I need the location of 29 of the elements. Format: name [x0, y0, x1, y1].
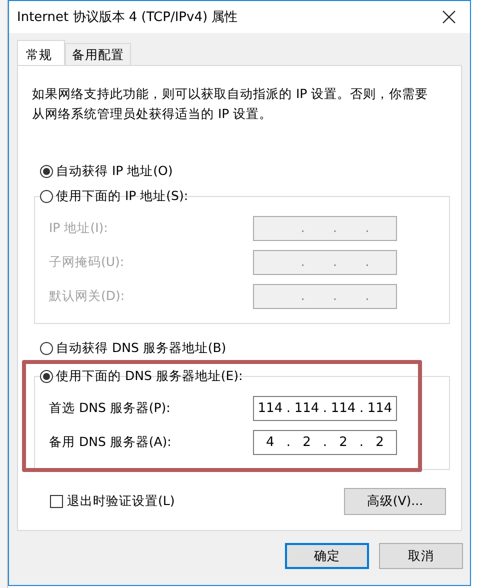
radio-button[interactable] [40, 164, 53, 178]
field-label: 默认网关(D): [49, 288, 126, 304]
field-label: 子网掩码(U): [49, 254, 126, 270]
window-title: Internet 协议版本 4 (TCP/IPv4) 属性 [17, 9, 238, 26]
ip-address-field[interactable]: 114 . 114 . 114 . 114 [253, 396, 397, 420]
ip-address-field[interactable]: 4 . 2 . 2 . 2 [253, 430, 397, 454]
field-label: 首选 DNS 服务器(P): [49, 400, 172, 416]
tab[interactable]: 备用配置 [65, 43, 131, 65]
radio-option[interactable]: 使用下面的 DNS 服务器地址(E): [40, 366, 447, 386]
dialog-button[interactable]: 确定 [285, 543, 369, 569]
radio-option[interactable]: 使用下面的 IP 地址(S): [40, 186, 447, 206]
field-label: IP 地址(I): [49, 220, 109, 236]
radio-option[interactable]: 自动获得 IP 地址(O) [40, 161, 447, 181]
advanced-button[interactable]: 高级(V)... [344, 488, 446, 515]
description-text: 如果网络支持此功能，则可以获取自动指派的 IP 设置。否则，你需要从网络系统管理员处获得适当的 IP 设置。 [32, 85, 430, 123]
field-label: 备用 DNS 服务器(A): [49, 434, 172, 450]
radio-button[interactable] [40, 190, 53, 202]
radio-label[interactable]: 使用下面的 IP 地址(S): [56, 188, 188, 204]
radio-label[interactable]: 自动获得 IP 地址(O) [56, 162, 173, 180]
radio-button[interactable] [40, 342, 53, 354]
checkbox-label[interactable]: 退出时验证设置(L) [67, 493, 175, 510]
radio-option[interactable]: 自动获得 DNS 服务器地址(B) [40, 338, 447, 358]
radio-label[interactable]: 使用下面的 DNS 服务器地址(E): [56, 368, 243, 384]
checkbox[interactable] [50, 495, 63, 508]
tab[interactable]: 常规 [17, 40, 65, 66]
dialog-button[interactable]: 取消 [379, 543, 463, 569]
radio-label[interactable]: 自动获得 DNS 服务器地址(B) [56, 340, 226, 356]
close-icon[interactable] [442, 10, 456, 24]
radio-button[interactable] [40, 370, 53, 382]
